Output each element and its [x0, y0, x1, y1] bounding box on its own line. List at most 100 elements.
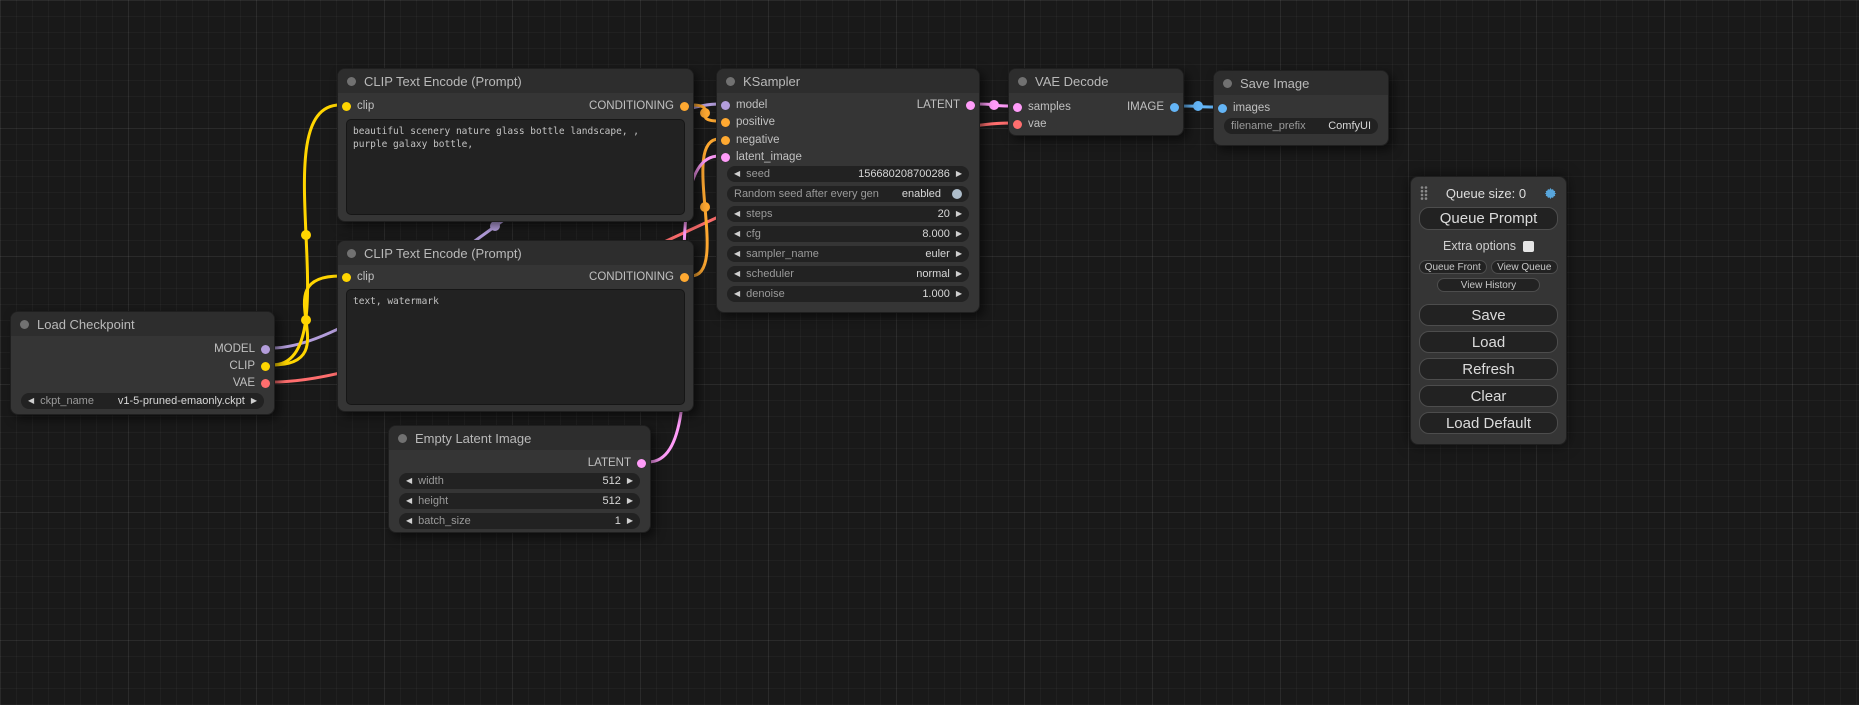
collapse-dot[interactable] — [726, 77, 735, 86]
node-title-bar[interactable]: Empty Latent Image — [389, 426, 650, 450]
extra-options-checkbox[interactable] — [1523, 241, 1534, 252]
decrement-arrow-icon[interactable]: ◀ — [28, 393, 34, 409]
increment-arrow-icon[interactable]: ▶ — [956, 206, 962, 222]
input-slot-positive: positive — [721, 114, 775, 130]
vae-input-dot[interactable] — [1013, 120, 1022, 129]
link-midpoint-dot — [989, 100, 999, 110]
widget-width[interactable]: ◀ width 512 ▶ — [399, 473, 640, 489]
increment-arrow-icon[interactable]: ▶ — [956, 266, 962, 282]
node-clip-text-encode-negative[interactable]: CLIP Text Encode (Prompt) clip CONDITION… — [337, 240, 694, 412]
node-clip-text-encode-positive[interactable]: CLIP Text Encode (Prompt) clip CONDITION… — [337, 68, 694, 222]
node-title-bar[interactable]: Save Image — [1214, 71, 1388, 95]
increment-arrow-icon[interactable]: ▶ — [627, 493, 633, 509]
prompt-textarea[interactable]: beautiful scenery nature glass bottle la… — [346, 119, 685, 215]
widget-value: enabled — [902, 188, 941, 200]
decrement-arrow-icon[interactable]: ◀ — [734, 166, 740, 182]
clip-input-dot[interactable] — [342, 273, 351, 282]
extra-options-row: Extra options — [1419, 239, 1558, 253]
view-history-button[interactable]: View History — [1437, 278, 1540, 292]
view-queue-button[interactable]: View Queue — [1491, 260, 1559, 274]
slot-label: clip — [357, 100, 374, 112]
input-slot-clip: clip — [342, 98, 374, 114]
widget-filename-prefix[interactable]: filename_prefix ComfyUI — [1224, 118, 1378, 134]
latent-image-input-dot[interactable] — [721, 153, 730, 162]
node-title-bar[interactable]: KSampler — [717, 69, 979, 93]
vae-output-dot[interactable] — [261, 379, 270, 388]
increment-arrow-icon[interactable]: ▶ — [956, 166, 962, 182]
decrement-arrow-icon[interactable]: ◀ — [734, 246, 740, 262]
clip-input-dot[interactable] — [342, 102, 351, 111]
widget-value: euler — [925, 248, 949, 260]
toggle-dot[interactable] — [952, 189, 962, 199]
decrement-arrow-icon[interactable]: ◀ — [734, 226, 740, 242]
collapse-dot[interactable] — [1223, 79, 1232, 88]
latent-output-dot[interactable] — [966, 101, 975, 110]
node-save-image[interactable]: Save Image images filename_prefix ComfyU… — [1213, 70, 1389, 146]
increment-arrow-icon[interactable]: ▶ — [627, 513, 633, 529]
settings-gear-icon[interactable] — [1543, 186, 1558, 201]
widget-scheduler[interactable]: ◀ scheduler normal ▶ — [727, 266, 969, 282]
queue-prompt-button[interactable]: Queue Prompt — [1419, 207, 1558, 230]
images-input-dot[interactable] — [1218, 104, 1227, 113]
increment-arrow-icon[interactable]: ▶ — [956, 286, 962, 302]
load-default-button[interactable]: Load Default — [1419, 412, 1558, 434]
widget-seed[interactable]: ◀ seed 156680208700286 ▶ — [727, 166, 969, 182]
load-button[interactable]: Load — [1419, 331, 1558, 353]
clear-button[interactable]: Clear — [1419, 385, 1558, 407]
clip-output-dot[interactable] — [261, 362, 270, 371]
decrement-arrow-icon[interactable]: ◀ — [734, 266, 740, 282]
node-ksampler[interactable]: KSampler model LATENT positive negative … — [716, 68, 980, 313]
link-midpoint-dot — [700, 108, 710, 118]
widget-value: normal — [916, 268, 950, 280]
node-empty-latent-image[interactable]: Empty Latent Image LATENT ◀ width 512 ▶ … — [388, 425, 651, 533]
queue-front-button[interactable]: Queue Front — [1419, 260, 1487, 274]
prompt-textarea[interactable]: text, watermark — [346, 289, 685, 405]
increment-arrow-icon[interactable]: ▶ — [956, 226, 962, 242]
drag-handle-icon[interactable] — [1419, 185, 1429, 201]
save-button[interactable]: Save — [1419, 304, 1558, 326]
view-history-row: View History — [1419, 278, 1558, 292]
conditioning-output-dot[interactable] — [680, 273, 689, 282]
widget-cfg[interactable]: ◀ cfg 8.000 ▶ — [727, 226, 969, 242]
decrement-arrow-icon[interactable]: ◀ — [406, 473, 412, 489]
widget-height[interactable]: ◀ height 512 ▶ — [399, 493, 640, 509]
latent-output-dot[interactable] — [637, 459, 646, 468]
collapse-dot[interactable] — [1018, 77, 1027, 86]
node-load-checkpoint[interactable]: Load Checkpoint MODEL CLIP VAE ◀ ckpt_na… — [10, 311, 275, 415]
model-output-dot[interactable] — [261, 345, 270, 354]
collapse-dot[interactable] — [20, 320, 29, 329]
model-input-dot[interactable] — [721, 101, 730, 110]
widget-random-seed-toggle[interactable]: Random seed after every gen enabled — [727, 186, 969, 202]
widget-ckpt-name[interactable]: ◀ ckpt_name v1-5-pruned-emaonly.ckpt ▶ — [21, 393, 264, 409]
widget-denoise[interactable]: ◀ denoise 1.000 ▶ — [727, 286, 969, 302]
decrement-arrow-icon[interactable]: ◀ — [734, 286, 740, 302]
node-title-bar[interactable]: Load Checkpoint — [11, 312, 274, 336]
node-title-bar[interactable]: CLIP Text Encode (Prompt) — [338, 69, 693, 93]
increment-arrow-icon[interactable]: ▶ — [627, 473, 633, 489]
input-slot-vae: vae — [1013, 116, 1047, 132]
positive-input-dot[interactable] — [721, 118, 730, 127]
widget-sampler-name[interactable]: ◀ sampler_name euler ▶ — [727, 246, 969, 262]
widget-batch-size[interactable]: ◀ batch_size 1 ▶ — [399, 513, 640, 529]
collapse-dot[interactable] — [347, 249, 356, 258]
node-title-bar[interactable]: VAE Decode — [1009, 69, 1183, 93]
increment-arrow-icon[interactable]: ▶ — [251, 393, 257, 409]
decrement-arrow-icon[interactable]: ◀ — [406, 513, 412, 529]
collapse-dot[interactable] — [347, 77, 356, 86]
widget-value: 8.000 — [922, 228, 950, 240]
samples-input-dot[interactable] — [1013, 103, 1022, 112]
output-slot-conditioning: CONDITIONING — [589, 269, 689, 285]
widget-name: Random seed after every gen — [734, 188, 879, 200]
increment-arrow-icon[interactable]: ▶ — [956, 246, 962, 262]
decrement-arrow-icon[interactable]: ◀ — [406, 493, 412, 509]
widget-steps[interactable]: ◀ steps 20 ▶ — [727, 206, 969, 222]
decrement-arrow-icon[interactable]: ◀ — [734, 206, 740, 222]
conditioning-output-dot[interactable] — [680, 102, 689, 111]
node-vae-decode[interactable]: VAE Decode samples IMAGE vae — [1008, 68, 1184, 136]
refresh-button[interactable]: Refresh — [1419, 358, 1558, 380]
negative-input-dot[interactable] — [721, 136, 730, 145]
node-canvas[interactable]: Load Checkpoint MODEL CLIP VAE ◀ ckpt_na… — [0, 0, 1859, 705]
collapse-dot[interactable] — [398, 434, 407, 443]
image-output-dot[interactable] — [1170, 103, 1179, 112]
node-title-bar[interactable]: CLIP Text Encode (Prompt) — [338, 241, 693, 265]
